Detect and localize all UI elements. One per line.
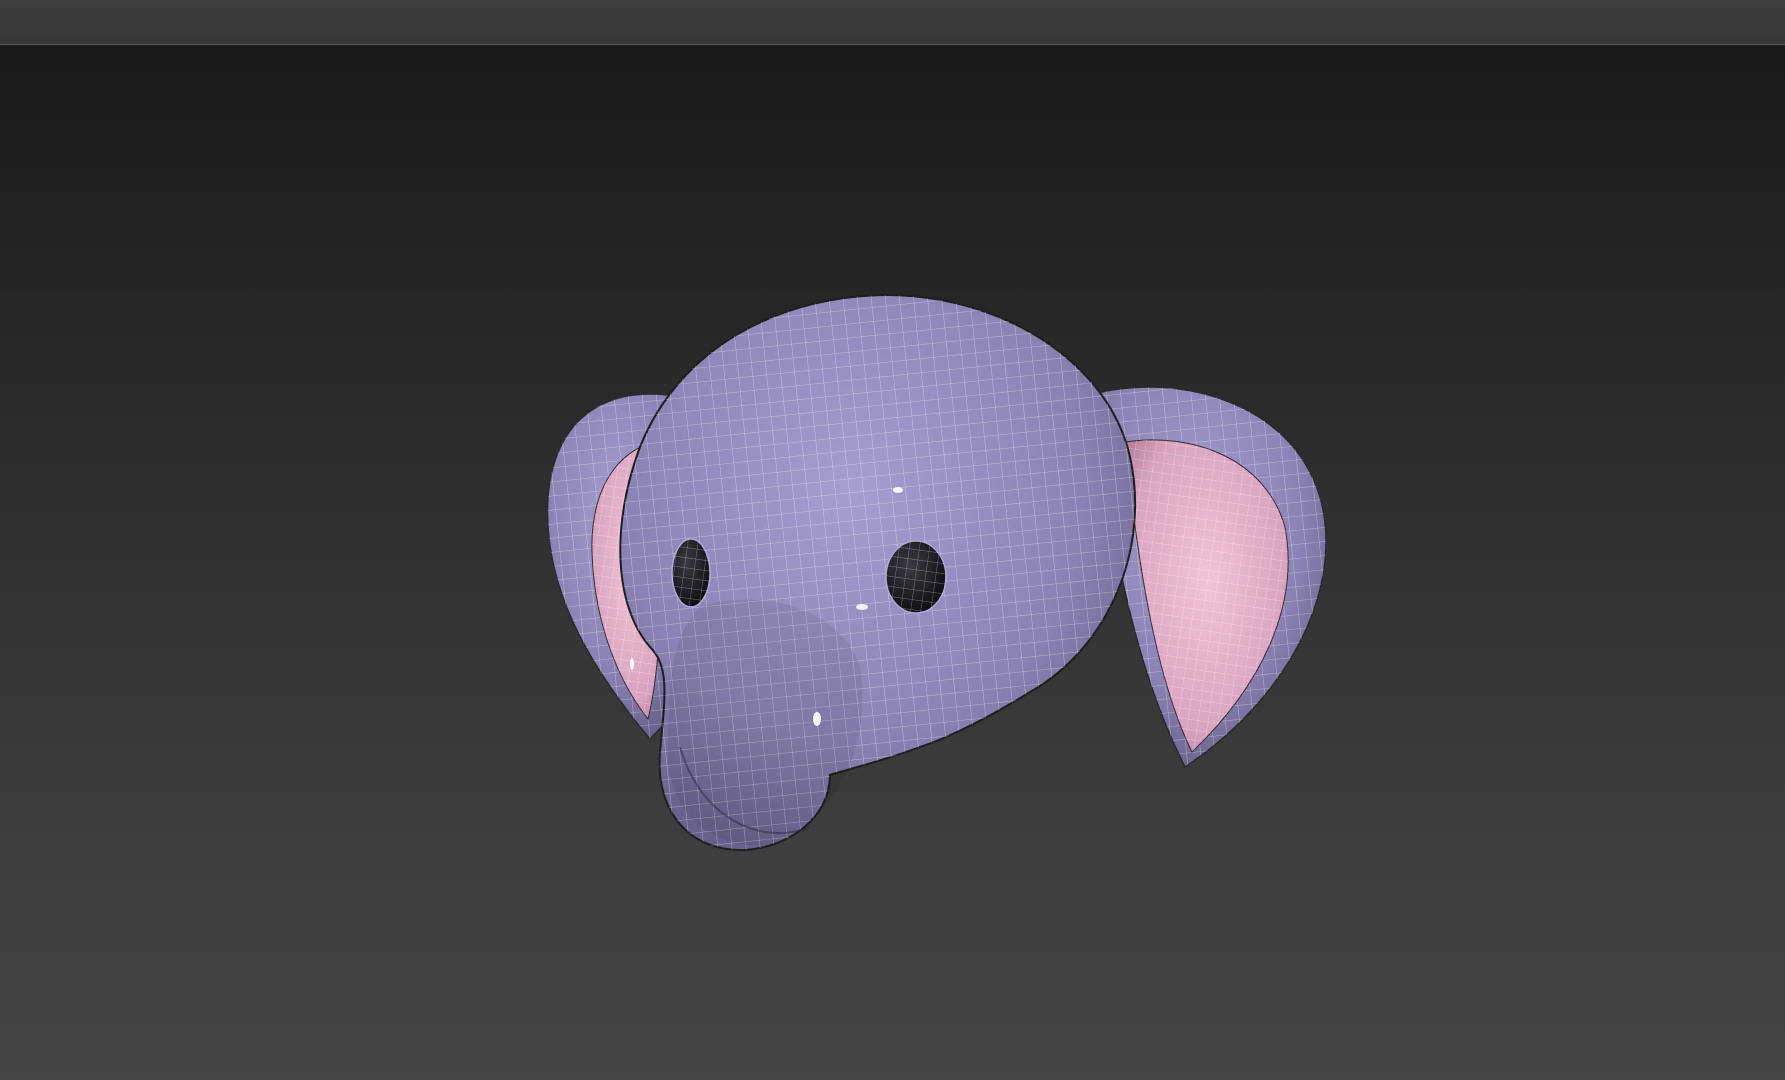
top-toolbar [0, 0, 1785, 45]
elephant-model[interactable] [0, 47, 1785, 1080]
viewport-3d[interactable] [0, 47, 1785, 1080]
app-window [0, 0, 1785, 1080]
right-eye[interactable] [885, 540, 947, 614]
left-eye[interactable] [671, 538, 711, 608]
